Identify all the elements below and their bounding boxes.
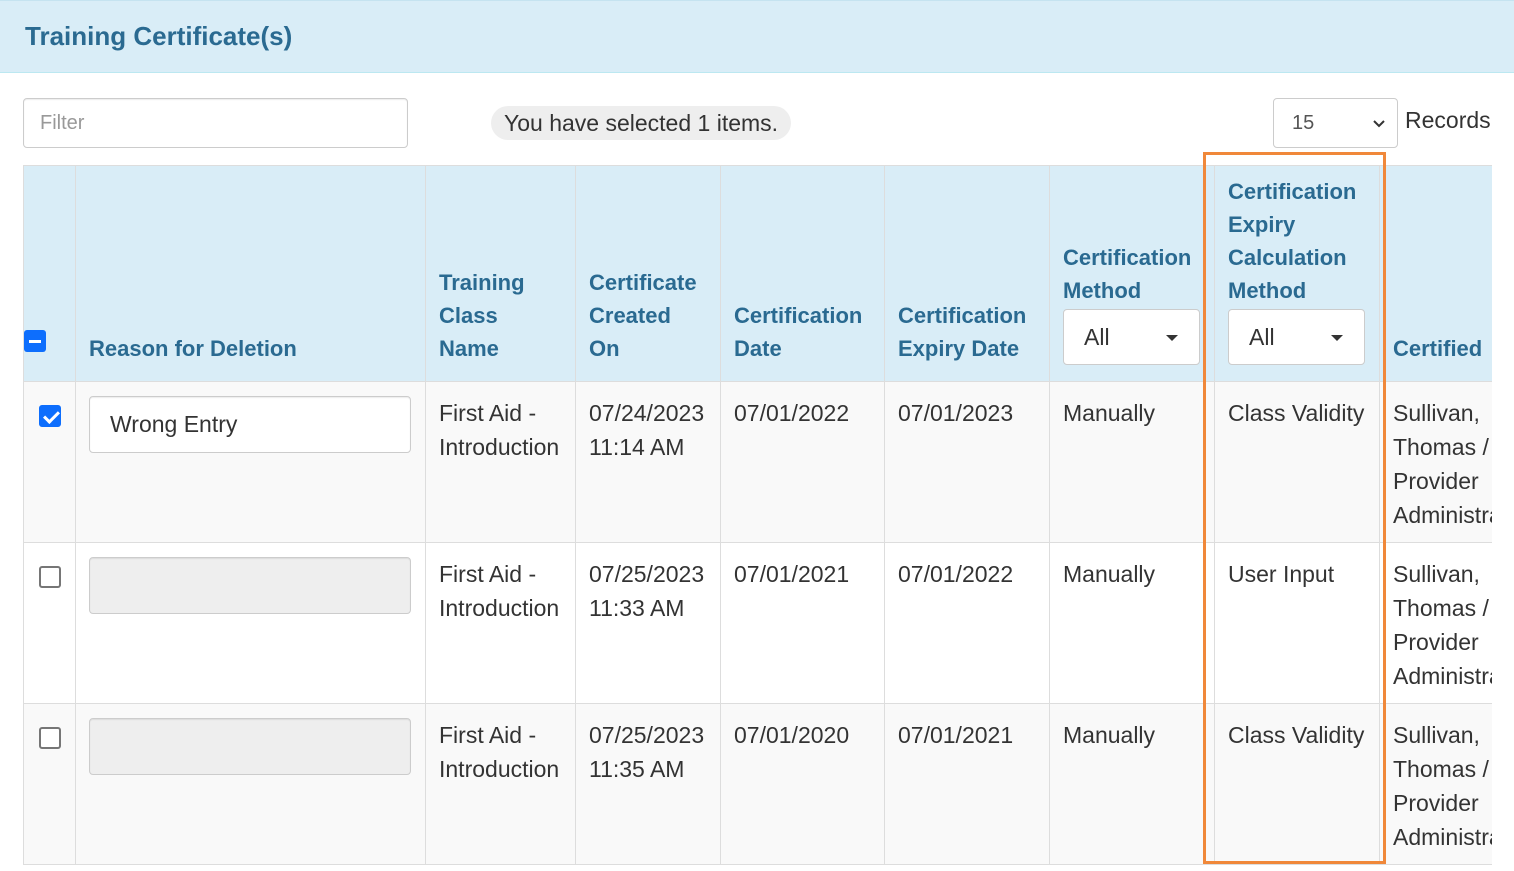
- header-certified[interactable]: Certified: [1379, 165, 1492, 382]
- header-expiry-date[interactable]: Certification Expiry Date: [884, 165, 1050, 382]
- chevron-down-icon: [1373, 120, 1385, 128]
- class-name-cell: First Aid - Introduction: [425, 703, 576, 865]
- calc-method-cell: Class Validity: [1214, 703, 1380, 865]
- header-method-label[interactable]: Certification Method: [1063, 241, 1201, 307]
- certificates-table-container: Reason for Deletion Training Class Name …: [23, 165, 1492, 865]
- method-cell: Manually: [1049, 542, 1215, 704]
- selection-count-badge: You have selected 1 items.: [491, 106, 792, 140]
- table-header-row: Reason for Deletion Training Class Name …: [23, 165, 1492, 382]
- method-filter-dropdown[interactable]: All: [1063, 309, 1200, 365]
- expiry-date-cell: 07/01/2022: [884, 542, 1050, 704]
- reason-input[interactable]: [89, 557, 411, 614]
- certified-cell: Sullivan, Thomas / Provider Administrato…: [1379, 703, 1492, 865]
- panel-title: Training Certificate(s): [25, 21, 293, 51]
- reason-cell: [75, 703, 426, 865]
- header-reason[interactable]: Reason for Deletion: [75, 165, 426, 382]
- cert-date-cell: 07/01/2022: [720, 381, 885, 543]
- panel-header: Training Certificate(s): [0, 0, 1514, 73]
- expiry-date-cell: 07/01/2023: [884, 381, 1050, 543]
- reason-input[interactable]: [89, 718, 411, 775]
- row-select-cell: [23, 703, 76, 865]
- created-on-cell: 07/24/2023 11:14 AM: [575, 381, 721, 543]
- header-calc-method: Certification Expiry Calculation Method …: [1214, 165, 1380, 382]
- table-row: First Aid - Introduction 07/24/2023 11:1…: [23, 381, 1492, 543]
- calc-method-filter-dropdown[interactable]: All: [1228, 309, 1365, 365]
- table-row: First Aid - Introduction 07/25/2023 11:3…: [23, 703, 1492, 865]
- header-calc-method-label[interactable]: Certification Expiry Calculation Method: [1228, 175, 1366, 307]
- method-cell: Manually: [1049, 381, 1215, 543]
- reason-input[interactable]: [89, 396, 411, 453]
- records-per-page-select[interactable]: 15: [1273, 98, 1398, 148]
- class-name-cell: First Aid - Introduction: [425, 381, 576, 543]
- certified-cell: Sullivan, Thomas / Provider Administrato…: [1379, 542, 1492, 704]
- method-cell: Manually: [1049, 703, 1215, 865]
- row-select-cell: [23, 542, 76, 704]
- table-row: First Aid - Introduction 07/25/2023 11:3…: [23, 542, 1492, 704]
- row-select-cell: [23, 381, 76, 543]
- row-checkbox[interactable]: [38, 727, 61, 749]
- header-created-on[interactable]: Certificate Created On: [575, 165, 721, 382]
- header-method: Certification Method All: [1049, 165, 1215, 382]
- method-filter-value: All: [1084, 324, 1110, 350]
- cert-date-cell: 07/01/2021: [720, 542, 885, 704]
- calc-method-filter-value: All: [1249, 324, 1275, 350]
- calc-method-cell: Class Validity: [1214, 381, 1380, 543]
- reason-cell: [75, 542, 426, 704]
- filter-input[interactable]: [23, 98, 408, 148]
- records-label: Records: [1405, 107, 1491, 133]
- row-checkbox[interactable]: [38, 405, 61, 427]
- reason-cell: [75, 381, 426, 543]
- certificates-table: Reason for Deletion Training Class Name …: [23, 165, 1492, 865]
- records-per-page-value: 15: [1292, 112, 1315, 134]
- header-cert-date[interactable]: Certification Date: [720, 165, 885, 382]
- cert-date-cell: 07/01/2020: [720, 703, 885, 865]
- caret-down-icon: [1331, 335, 1343, 341]
- header-class-name[interactable]: Training Class Name: [425, 165, 576, 382]
- expiry-date-cell: 07/01/2021: [884, 703, 1050, 865]
- certified-cell: Sullivan, Thomas / Provider Administrato…: [1379, 381, 1492, 543]
- caret-down-icon: [1166, 335, 1178, 341]
- row-checkbox[interactable]: [38, 566, 61, 588]
- created-on-cell: 07/25/2023 11:35 AM: [575, 703, 721, 865]
- created-on-cell: 07/25/2023 11:33 AM: [575, 542, 721, 704]
- select-all-checkbox[interactable]: [24, 330, 46, 352]
- class-name-cell: First Aid - Introduction: [425, 542, 576, 704]
- calc-method-cell: User Input: [1214, 542, 1380, 704]
- select-all-header: [23, 165, 76, 382]
